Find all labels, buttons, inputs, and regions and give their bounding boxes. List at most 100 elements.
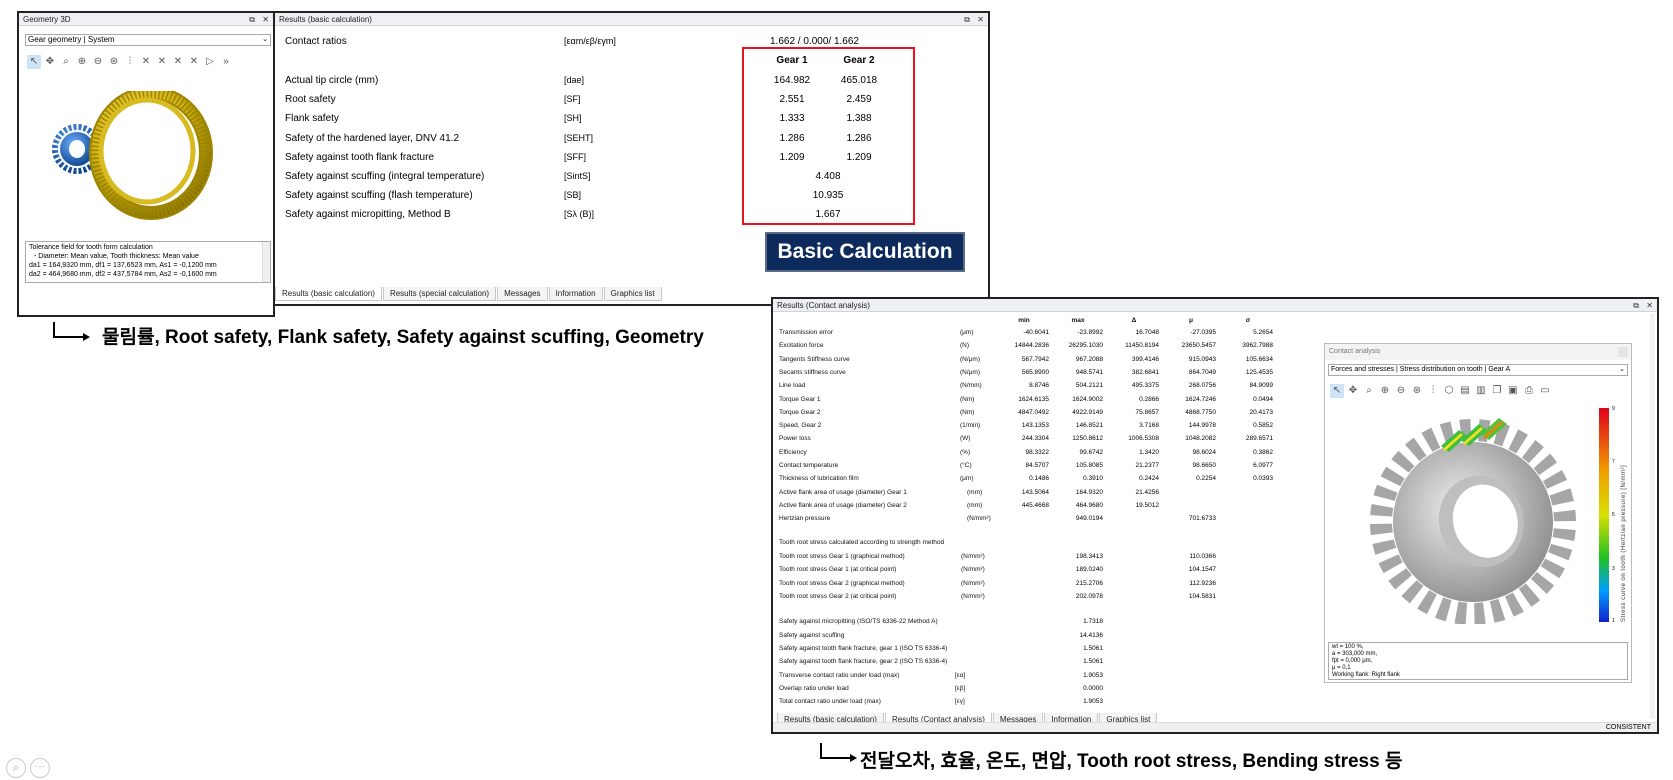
settings-sliders-icon[interactable]: ⫶: [123, 55, 137, 69]
scale-tick: 7: [1612, 459, 1615, 465]
contact-row-value: 701.6733: [1188, 515, 1216, 523]
contact-row-value: 504.2121: [1075, 382, 1103, 390]
document-icon[interactable]: ▤: [1458, 384, 1472, 398]
safety-row-label: Transverse contact ratio under load (max…: [779, 671, 900, 679]
contact-row-value: 268.0756: [1188, 382, 1216, 390]
column-header: min: [1018, 317, 1030, 324]
contact-row-value: 4847.0492: [1018, 408, 1049, 416]
safety-row-value: 0.0000: [1083, 684, 1103, 692]
play-icon[interactable]: ▷: [203, 55, 217, 69]
result-label: Safety against micropitting, Method B: [285, 209, 451, 221]
copy-icon[interactable]: ❐: [1490, 384, 1504, 398]
view-front-icon[interactable]: ✕: [139, 55, 153, 69]
view-iso-icon[interactable]: ✕: [187, 55, 201, 69]
contact-row-value: 144.9978: [1188, 422, 1216, 430]
contact-row-value: 19.5012: [1135, 501, 1160, 509]
contact-row-value: 382.6841: [1131, 368, 1159, 376]
zoom-window-icon[interactable]: ⌕: [1362, 384, 1376, 398]
column-header: Δ: [1131, 317, 1137, 324]
geometry-selector[interactable]: Gear geometry | System ⌄: [25, 34, 271, 46]
pane-close-icon[interactable]: ✕: [1646, 299, 1653, 312]
contact-row-value: 16.7048: [1135, 329, 1160, 336]
stress-row-max: 198.3413: [1075, 553, 1103, 561]
contact-row-label: Line load: [779, 382, 806, 390]
info-line: wt = 100 %,: [1332, 644, 1364, 650]
zoom-out-icon[interactable]: ⊖: [91, 55, 105, 69]
contact-pane-scrollbar[interactable]: [1650, 314, 1655, 719]
zoom-out-icon[interactable]: ⊖: [1394, 384, 1408, 398]
contact-row-value: 23650.5457: [1181, 342, 1216, 350]
settings-sliders-icon[interactable]: ⫶: [1426, 384, 1440, 398]
contact-row-value: 21.4256: [1135, 488, 1160, 496]
colorbar-label: Stress curve on tooth (Hertzian pressure…: [1621, 464, 1627, 622]
zoom-fit-icon[interactable]: ⊛: [107, 55, 121, 69]
view-cube-icon[interactable]: ⬡: [1442, 384, 1456, 398]
contact-row-value: 1624.9002: [1072, 395, 1103, 403]
stress-row-label: Tooth root stress Gear 1 (graphical meth…: [779, 553, 905, 561]
contact-row-value: 864.7049: [1188, 368, 1216, 376]
tab-basic-calculation[interactable]: Results (basic calculation): [275, 287, 382, 301]
caption-basic: 물림률, Root safety, Flank safety, Safety a…: [102, 327, 704, 348]
save-icon[interactable]: ▣: [1506, 384, 1520, 398]
contact-row-unit: (%): [960, 448, 971, 456]
contact-row-value: 99.6742: [1079, 448, 1104, 456]
stress-distribution-gear-view[interactable]: [1363, 404, 1583, 624]
pan-icon[interactable]: ✥: [1346, 384, 1360, 398]
chevron-down-icon[interactable]: ⌄: [262, 35, 268, 45]
tab-special-calculation[interactable]: Results (special calculation): [382, 287, 497, 301]
tab-messages[interactable]: Messages: [497, 287, 548, 301]
select-pointer-icon[interactable]: ↖: [1330, 384, 1344, 398]
chevron-down-icon[interactable]: ⌄: [1619, 365, 1625, 375]
contact-row-value: 143.1353: [1021, 422, 1049, 430]
safety-row-unit: [εγ]: [955, 698, 965, 706]
basic-tabs: Results (basic calculation) Results (spe…: [275, 287, 663, 301]
view-side-icon[interactable]: ✕: [155, 55, 169, 69]
subwindow-close-icon[interactable]: [1618, 347, 1628, 357]
stress-view-selector[interactable]: Forces and stresses | Stress distributio…: [1328, 364, 1628, 376]
more-icon[interactable]: »: [219, 55, 233, 69]
result-symbol: [SFF]: [564, 151, 586, 162]
pan-icon[interactable]: ✥: [43, 55, 57, 69]
zoom-search-icon[interactable]: ⌕: [6, 758, 26, 778]
gear-pair-3d-view[interactable]: [45, 91, 225, 221]
safety-row-value: 1.5061: [1083, 658, 1103, 666]
contact-row-value: 143.5064: [1021, 488, 1049, 496]
contact-row-label: Tangents Stiffness curve: [779, 355, 850, 363]
zoom-fit-icon[interactable]: ⊛: [1410, 384, 1424, 398]
contact-row-value: 0.2424: [1139, 475, 1159, 483]
contact-row-label: Thickness of lubrication film: [779, 475, 859, 483]
pane-close-icon[interactable]: ✕: [977, 13, 984, 26]
contact-ratios-value: 1.662 / 0.000/ 1.662: [770, 36, 859, 47]
zoom-in-icon[interactable]: ⊕: [75, 55, 89, 69]
contact-row-value: 464.9680: [1075, 501, 1103, 509]
more-options-icon[interactable]: ···: [30, 758, 50, 778]
print-icon[interactable]: ⎙: [1522, 384, 1536, 398]
subwindow-info-box: wt = 100 %, a = 303,000 mm, fpt = 0,000 …: [1328, 642, 1628, 680]
contact-row-value: 0.1486: [1029, 475, 1049, 483]
select-pointer-icon[interactable]: ↖: [27, 55, 41, 69]
contact-row-label: Torque Gear 1: [779, 395, 821, 403]
tab-graphics-list[interactable]: Graphics list: [603, 287, 662, 301]
info-line: Tolerance field for tooth form calculati…: [29, 244, 153, 251]
info-line: μ = 0,1: [1332, 665, 1351, 671]
pane-close-icon[interactable]: ✕: [262, 13, 269, 26]
video-icon[interactable]: ▭: [1538, 384, 1552, 398]
info-scrollbar[interactable]: [262, 242, 270, 282]
contact-row-value: 0.3910: [1083, 475, 1103, 483]
pane-float-icon[interactable]: ⧉: [964, 13, 970, 26]
zoom-window-icon[interactable]: ⌕: [59, 55, 73, 69]
contact-row-value: 8.8746: [1029, 382, 1049, 390]
contact-row-value: 565.8900: [1021, 368, 1049, 376]
view-top-icon[interactable]: ✕: [171, 55, 185, 69]
zoom-in-icon[interactable]: ⊕: [1378, 384, 1392, 398]
pane-float-icon[interactable]: ⧉: [1633, 299, 1639, 312]
pane-float-icon[interactable]: ⧉: [249, 13, 255, 26]
tab-information[interactable]: Information: [548, 287, 603, 301]
report-icon[interactable]: ▥: [1474, 384, 1488, 398]
contact-row-label: Power loss: [779, 435, 811, 443]
contact-row-unit: (Nm): [960, 395, 975, 403]
result-symbol: [SEHT]: [564, 132, 594, 143]
geometry-pane-title: Geometry 3D: [19, 13, 273, 26]
contact-row-value: 164.9320: [1075, 488, 1103, 496]
contact-row-value: 84.9099: [1249, 382, 1274, 390]
